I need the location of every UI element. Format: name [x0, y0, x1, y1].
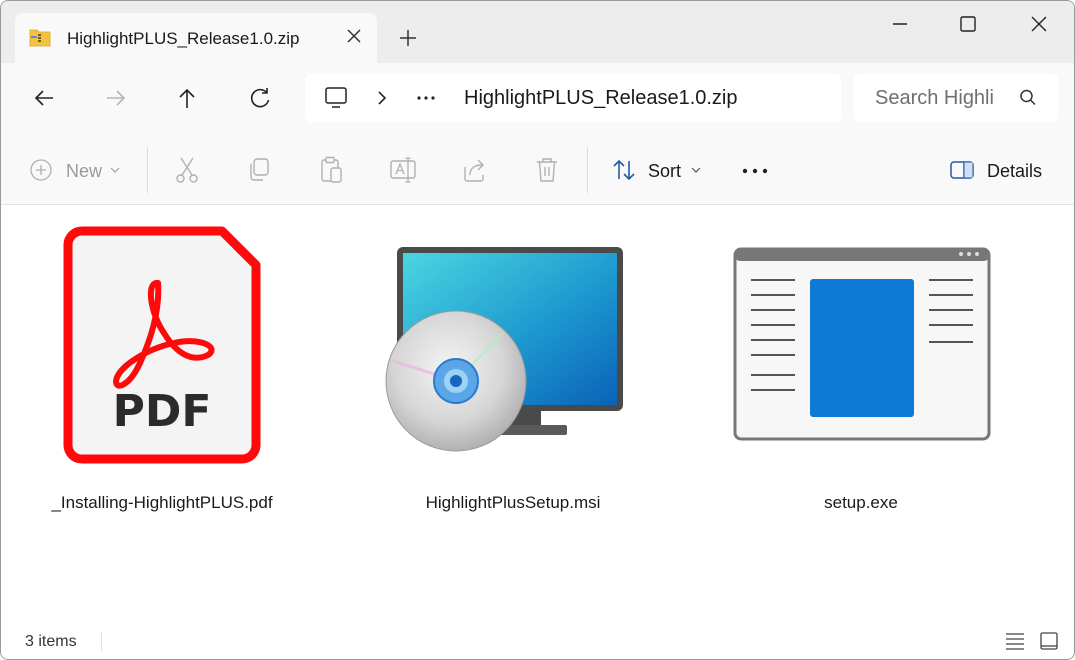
file-item-msi[interactable]: HighlightPlusSetup.msi	[363, 221, 663, 513]
file-name[interactable]: _Installing-HighlightPLUS.pdf	[12, 493, 312, 513]
toolbar-divider	[587, 147, 588, 193]
tab-title: HighlightPLUS_Release1.0.zip	[67, 29, 300, 48]
delete-trash-icon[interactable]	[533, 155, 561, 185]
file-name[interactable]: HighlightPlusSetup.msi	[363, 493, 663, 513]
sort-arrows-icon	[613, 159, 635, 181]
tab-active[interactable]: HighlightPLUS_Release1.0.zip	[15, 13, 377, 65]
search-box[interactable]: Search Highlight	[854, 74, 1058, 122]
maximize-icon[interactable]	[945, 9, 991, 39]
file-list-area: PDF _Installing-HighlightPLUS.pdf Highli…	[1, 205, 1074, 621]
chevron-right-icon[interactable]	[375, 88, 389, 108]
command-bar: New Sort Details	[1, 133, 1074, 205]
address-bar[interactable]: HighlightPLUS_Release1.0.zip	[305, 74, 841, 122]
rename-icon[interactable]	[389, 155, 417, 185]
new-button-label: New	[66, 161, 103, 181]
title-bar: HighlightPLUS_Release1.0.zip	[1, 1, 1074, 65]
search-icon[interactable]	[1018, 88, 1038, 108]
more-dots-icon[interactable]	[415, 88, 437, 108]
application-window-icon	[733, 247, 991, 441]
navigation-bar: HighlightPLUS_Release1.0.zip Search High…	[1, 63, 1074, 133]
address-path-segment[interactable]: HighlightPLUS_Release1.0.zip	[464, 87, 738, 110]
cut-icon[interactable]	[173, 155, 201, 185]
paste-icon[interactable]	[317, 155, 345, 185]
this-pc-icon[interactable]	[323, 86, 349, 110]
chevron-down-icon	[691, 167, 701, 173]
share-icon[interactable]	[461, 155, 489, 185]
file-explorer-window: HighlightPLUS_Release1.0.zip HighlightPL…	[0, 0, 1075, 660]
file-item-pdf[interactable]: PDF _Installing-HighlightPLUS.pdf	[12, 221, 312, 513]
toolbar-divider	[147, 147, 148, 193]
copy-icon[interactable]	[245, 155, 273, 185]
details-pane-icon	[950, 161, 974, 179]
search-input[interactable]: Search Highlight	[875, 87, 995, 110]
sort-button[interactable]: Sort	[611, 155, 707, 185]
pdf-icon: PDF	[63, 226, 261, 464]
file-item-exe[interactable]: setup.exe	[711, 221, 1011, 513]
forward-arrow-icon[interactable]	[101, 83, 131, 113]
close-window-icon[interactable]	[1016, 9, 1062, 39]
list-view-icon[interactable]	[1003, 629, 1027, 653]
new-tab-plus-icon[interactable]	[395, 25, 421, 51]
tiles-view-icon[interactable]	[1037, 629, 1061, 653]
close-tab-icon[interactable]	[341, 23, 367, 49]
status-bar: 3 items	[1, 621, 1074, 659]
new-button[interactable]: New	[29, 155, 129, 185]
add-circle-icon	[30, 159, 52, 181]
file-name[interactable]: setup.exe	[711, 493, 1011, 513]
refresh-icon[interactable]	[245, 83, 275, 113]
chevron-down-icon	[110, 167, 120, 173]
pdf-badge-text: PDF	[113, 386, 212, 437]
details-pane-button[interactable]: Details	[949, 155, 1049, 185]
status-divider	[101, 633, 102, 651]
item-count: 3 items	[25, 633, 77, 650]
minimize-icon[interactable]	[877, 9, 923, 39]
up-arrow-icon[interactable]	[172, 83, 202, 113]
more-options-icon[interactable]	[741, 155, 769, 185]
details-button-label: Details	[987, 161, 1043, 181]
msi-installer-icon	[385, 247, 623, 452]
zip-folder-icon	[29, 29, 51, 47]
back-arrow-icon[interactable]	[29, 83, 59, 113]
sort-button-label: Sort	[648, 161, 682, 181]
